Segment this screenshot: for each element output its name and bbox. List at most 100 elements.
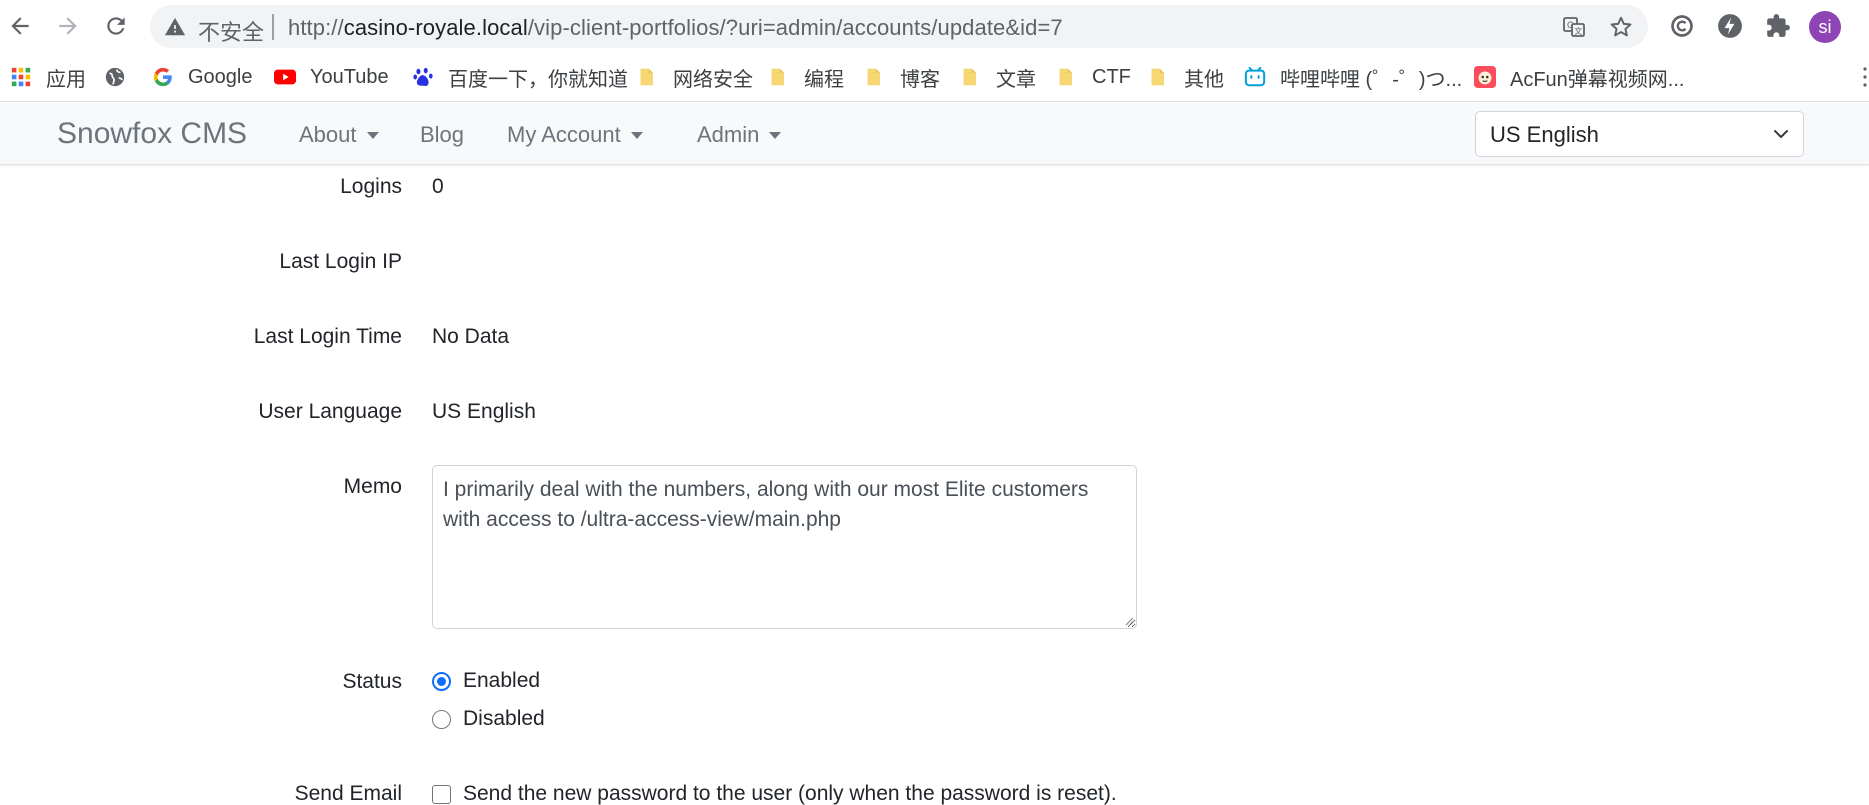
site-navbar: Snowfox CMS About Blog My Account Admin … bbox=[0, 103, 1869, 165]
warning-icon bbox=[164, 17, 186, 36]
translate-icon[interactable]: G 文 bbox=[1562, 15, 1586, 39]
back-button[interactable] bbox=[4, 10, 36, 42]
bookmark-label: 博客 bbox=[900, 68, 940, 91]
reload-button[interactable] bbox=[100, 10, 132, 42]
nav-my-account-dropdown[interactable]: My Account bbox=[507, 122, 643, 148]
status-disabled-radio[interactable] bbox=[432, 709, 451, 729]
memo-label: Memo bbox=[343, 475, 402, 498]
send-email-label: Send Email bbox=[294, 782, 402, 805]
insecure-label: 不安全 bbox=[198, 20, 265, 45]
extension-bolt-button[interactable] bbox=[1716, 12, 1744, 40]
acfun-icon bbox=[1474, 66, 1496, 88]
language-select[interactable]: US English bbox=[1475, 111, 1804, 157]
address-separator bbox=[272, 14, 274, 40]
bookmark-acfun[interactable]: AcFun弹幕视频网... bbox=[1474, 62, 1684, 92]
resize-grip-icon[interactable] bbox=[1122, 614, 1134, 626]
apps-grid-icon bbox=[10, 66, 32, 88]
status-enabled-option[interactable]: Enabled bbox=[432, 669, 540, 693]
bookmark-label: 编程 bbox=[804, 68, 844, 91]
bookmark-google[interactable]: Google bbox=[152, 62, 253, 92]
caret-down-icon bbox=[769, 131, 782, 139]
send-email-checkbox[interactable] bbox=[432, 784, 451, 804]
nav-admin-label: Admin bbox=[697, 122, 760, 147]
memo-textarea[interactable]: I primarily deal with the numbers, along… bbox=[432, 465, 1137, 629]
bookmark-label: AcFun弹幕视频网... bbox=[1510, 68, 1685, 91]
lightning-icon bbox=[1718, 14, 1742, 38]
address-bar[interactable]: 不安全 http://casino-royale.local/vip-clien… bbox=[150, 5, 1648, 48]
reload-icon bbox=[107, 17, 125, 35]
nav-blog-label: Blog bbox=[420, 122, 465, 147]
nav-about-label: About bbox=[299, 122, 357, 147]
status-label: Status bbox=[342, 670, 402, 693]
bookmark-folder-blog[interactable]: 博客 bbox=[864, 62, 940, 92]
bookmark-folder-articles[interactable]: 文章 bbox=[960, 62, 1036, 92]
bookmark-label: CTF bbox=[1092, 65, 1131, 88]
bookmark-apps[interactable]: 应用 bbox=[10, 62, 86, 92]
url-host: casino-royale.local bbox=[343, 15, 528, 40]
bookmark-star-icon[interactable] bbox=[1608, 14, 1634, 40]
youtube-icon bbox=[274, 66, 296, 88]
puzzle-icon bbox=[1767, 14, 1790, 37]
logins-value: 0 bbox=[432, 175, 444, 198]
arrow-left-icon bbox=[11, 17, 29, 35]
bookmark-globe[interactable] bbox=[104, 62, 140, 92]
copyright-c-icon bbox=[1671, 15, 1693, 37]
arrow-right-icon bbox=[59, 17, 77, 35]
bookmarks-overflow-icon[interactable] bbox=[1862, 66, 1868, 88]
status-disabled-label: Disabled bbox=[463, 707, 545, 730]
bookmark-folder-programming[interactable]: 编程 bbox=[768, 62, 844, 92]
logins-label: Logins bbox=[340, 175, 402, 198]
bookmark-label: 百度一下，你就知道 bbox=[448, 68, 628, 91]
nav-admin-dropdown[interactable]: Admin bbox=[697, 122, 782, 148]
site-brand[interactable]: Snowfox CMS bbox=[57, 117, 247, 151]
user-language-label: User Language bbox=[258, 400, 402, 423]
forward-button[interactable] bbox=[52, 10, 84, 42]
folder-icon bbox=[1148, 66, 1170, 88]
nav-blog-link[interactable]: Blog bbox=[420, 122, 464, 148]
bookmark-label: 文章 bbox=[996, 68, 1036, 91]
folder-icon bbox=[637, 66, 659, 88]
last-login-time-value: No Data bbox=[432, 325, 510, 348]
last-login-time-label: Last Login Time bbox=[253, 325, 402, 348]
status-enabled-radio[interactable] bbox=[432, 671, 451, 691]
user-language-value: US English bbox=[432, 400, 536, 423]
extension-c-button[interactable] bbox=[1668, 12, 1696, 40]
baidu-paw-icon bbox=[412, 66, 434, 88]
bookmark-label: 哔哩哔哩 (゜-゜)つ... bbox=[1280, 68, 1463, 91]
bookmark-bilibili[interactable]: 哔哩哔哩 (゜-゜)つ... bbox=[1244, 62, 1462, 92]
send-email-option[interactable]: Send the new password to the user (only … bbox=[432, 782, 1117, 805]
bookmark-label: 其他 bbox=[1184, 68, 1224, 91]
bilibili-tv-icon bbox=[1244, 66, 1266, 88]
last-login-ip-label: Last Login IP bbox=[279, 250, 402, 273]
bookmark-folder-ctf[interactable]: CTF bbox=[1056, 62, 1131, 92]
bookmark-label: 网络安全 bbox=[673, 68, 753, 91]
url-scheme: http:// bbox=[288, 15, 344, 40]
nav-about-dropdown[interactable]: About bbox=[299, 122, 379, 148]
extensions-button[interactable] bbox=[1764, 12, 1792, 40]
status-disabled-option[interactable]: Disabled bbox=[432, 707, 545, 731]
bookmark-youtube[interactable]: YouTube bbox=[274, 62, 389, 92]
nav-my-account-label: My Account bbox=[507, 122, 621, 147]
bookmark-label: Google bbox=[188, 65, 253, 88]
chevron-down-icon bbox=[1774, 130, 1788, 138]
profile-avatar[interactable]: si bbox=[1809, 11, 1841, 43]
folder-icon bbox=[960, 66, 982, 88]
google-icon bbox=[152, 66, 174, 88]
folder-icon bbox=[1056, 66, 1078, 88]
folder-icon bbox=[864, 66, 886, 88]
bookmark-folder-security[interactable]: 网络安全 bbox=[637, 62, 753, 92]
bookmark-folder-other[interactable]: 其他 bbox=[1148, 62, 1224, 92]
url-path: /vip-client-portfolios/?uri=admin/accoun… bbox=[527, 15, 1063, 40]
caret-down-icon bbox=[630, 131, 643, 139]
bookmark-baidu[interactable]: 百度一下，你就知道 bbox=[412, 62, 628, 92]
folder-icon bbox=[768, 66, 790, 88]
url-text[interactable]: http://casino-royale.local/vip-client-po… bbox=[288, 15, 1063, 41]
language-select-value: US English bbox=[1490, 122, 1599, 147]
globe-icon bbox=[104, 66, 126, 88]
bookmarks-bar: 应用 Google YouTube 百度一下，你就知道 网络安全 编程 博客 文… bbox=[0, 52, 1869, 102]
memo-text: I primarily deal with the numbers, along… bbox=[443, 478, 1089, 531]
svg-text:文: 文 bbox=[1574, 26, 1582, 36]
caret-down-icon bbox=[366, 131, 379, 139]
send-email-checkbox-label: Send the new password to the user (only … bbox=[463, 782, 1117, 805]
bookmark-label: 应用 bbox=[46, 68, 86, 91]
